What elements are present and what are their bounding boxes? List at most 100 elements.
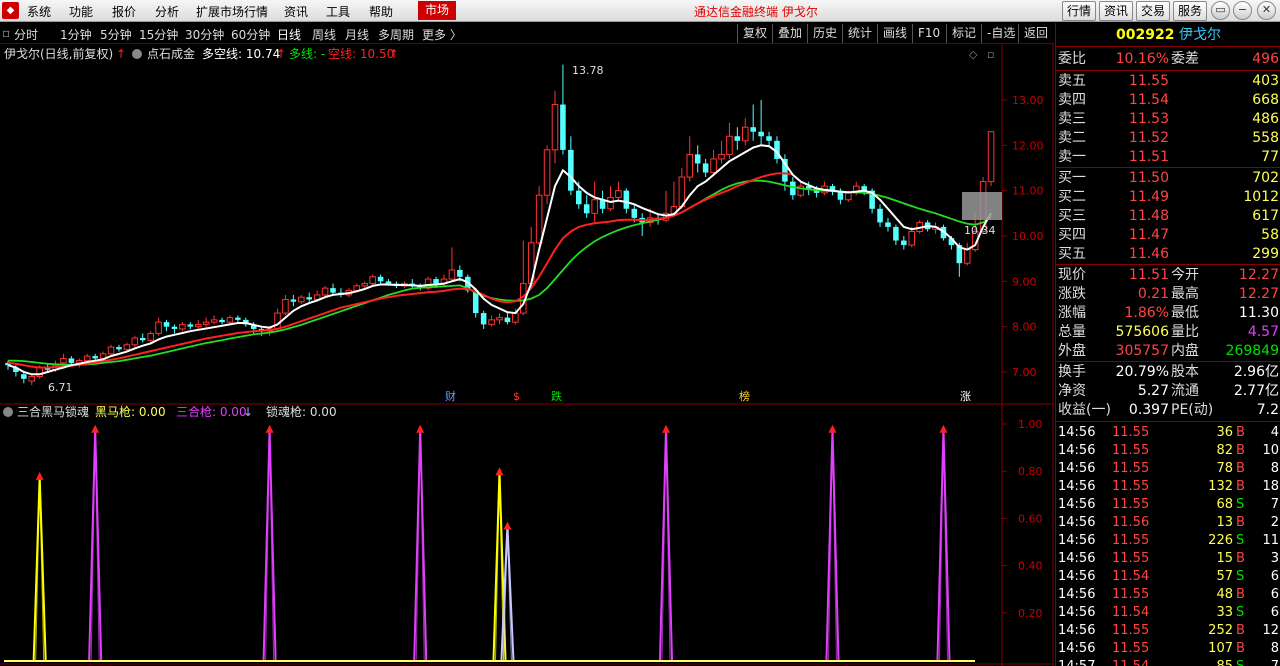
event-marker-rank[interactable]: 榜 — [739, 389, 750, 403]
menu-item-analysis[interactable]: 分析 — [155, 3, 179, 20]
event-marker-down[interactable]: 跌 — [551, 389, 562, 403]
signal-arrow-icon — [35, 471, 44, 480]
period-tab-more[interactable]: 更多 〉 — [422, 26, 462, 43]
bid-volume: 299 — [1252, 246, 1279, 262]
candle-body — [766, 136, 772, 141]
stat-label: PE(动) — [1171, 402, 1214, 418]
f10-button[interactable]: F10 — [912, 24, 945, 43]
candle-body — [908, 230, 916, 246]
candle-body — [290, 299, 297, 302]
tick-count: 7 — [1271, 658, 1279, 666]
period-tab-5min[interactable]: 5分钟 — [100, 26, 132, 43]
draw-button[interactable]: 画线 — [877, 24, 912, 43]
period-tab-1min[interactable]: 1分钟 — [60, 26, 92, 43]
duokong-label: 多空线: 10.74 — [202, 47, 280, 61]
event-marker-dollar[interactable]: $ — [513, 390, 520, 403]
stats-button[interactable]: 统计 — [842, 24, 877, 43]
tick-row: 14:56 11.55 78 B 8 — [1056, 460, 1280, 478]
stat-value: 5.27 — [1137, 383, 1169, 399]
period-tab-timeshare[interactable]: 分时 — [14, 26, 38, 43]
ask-volume: 77 — [1261, 149, 1279, 165]
bid-price: 11.50 — [1128, 170, 1169, 186]
menu-item-extended-market[interactable]: 扩展市场行情 — [196, 3, 268, 20]
stat-row: 总量 575606 量比 4.57 — [1056, 323, 1280, 342]
candle-body — [901, 240, 907, 246]
kong-arrow-icon: ↑ — [389, 47, 399, 61]
event-marker-finance[interactable]: 财 — [445, 389, 456, 403]
period-tab-monthly[interactable]: 月线 — [345, 26, 369, 43]
tick-volume: 13 — [1216, 515, 1233, 530]
candle-body — [116, 347, 122, 350]
restore-icon[interactable]: ▭ — [1211, 1, 1230, 20]
tick-row: 14:56 11.54 33 S 6 — [1056, 604, 1280, 622]
period-tab-60min[interactable]: 60分钟 — [231, 26, 270, 43]
close-icon[interactable]: ✕ — [1257, 1, 1276, 20]
menu-item-function[interactable]: 功能 — [69, 3, 93, 20]
period-tab-15min[interactable]: 15分钟 — [139, 26, 178, 43]
minimize-icon[interactable]: − — [1233, 1, 1252, 20]
tick-volume: 82 — [1216, 443, 1233, 458]
tick-time: 14:56 — [1058, 443, 1096, 458]
event-marker-up[interactable]: 涨 — [960, 390, 971, 403]
menu-item-news[interactable]: 资讯 — [284, 3, 308, 20]
ask-level-label: 卖一 — [1058, 149, 1086, 165]
adjust-button[interactable]: 复权 — [737, 24, 772, 43]
tick-side: B — [1236, 515, 1245, 530]
candle-body — [28, 376, 36, 382]
quotes-button[interactable]: 行情 — [1062, 1, 1096, 21]
candle-body — [187, 324, 194, 327]
ma-red-line — [7, 172, 793, 369]
candle-body — [535, 194, 543, 244]
sub-indicator-menu-icon[interactable] — [3, 407, 13, 417]
sanhe-label: 三合枪: 0.00 — [176, 404, 247, 419]
period-tab-weekly[interactable]: 周线 — [312, 26, 336, 43]
kline-chart[interactable]: 伊戈尔(日线,前复权) ↑ 点石成金 多空线: 10.74 ↑ 多线: - 空线… — [0, 44, 1054, 666]
mark-button[interactable]: 标记 — [946, 24, 981, 43]
menu-item-tools[interactable]: 工具 — [326, 3, 350, 20]
diamond-icon[interactable]: ◇ — [969, 48, 978, 61]
menu-item-system[interactable]: 系统 — [27, 3, 51, 20]
candle-body — [790, 181, 796, 196]
favorite-button[interactable]: -自选 — [981, 24, 1020, 43]
tick-time: 14:56 — [1058, 425, 1096, 440]
history-button[interactable]: 历史 — [807, 24, 842, 43]
stat-label: 内盘 — [1171, 343, 1199, 359]
candle-body — [750, 127, 756, 132]
panel-toggle-icon[interactable]: ▫ — [987, 48, 994, 61]
tick-time: 14:56 — [1058, 605, 1096, 620]
ask-row: 卖三 11.53 486 — [1056, 110, 1280, 129]
overlay-button[interactable]: 叠加 — [772, 24, 807, 43]
tick-price: 11.54 — [1112, 605, 1150, 620]
menu-item-quote[interactable]: 报价 — [112, 3, 136, 20]
candle-body — [92, 356, 98, 359]
indicator-menu-icon[interactable] — [132, 49, 142, 59]
stock-up-arrow-icon: ↑ — [116, 47, 126, 61]
ask-row: 卖一 11.51 77 — [1056, 148, 1280, 167]
sub-tick-label: 0.20 — [1018, 607, 1043, 620]
tick-side: S — [1236, 533, 1245, 548]
candle-body — [568, 149, 574, 191]
signal-arrow-icon — [265, 424, 274, 433]
news-button[interactable]: 资讯 — [1099, 1, 1133, 21]
stat-value: 2.96亿 — [1233, 364, 1279, 380]
candle-body — [457, 270, 463, 277]
back-button[interactable]: 返回 — [1018, 24, 1053, 43]
market-button[interactable]: 市场 — [418, 1, 456, 20]
stat-value: 11.30 — [1238, 305, 1279, 321]
period-tab-multi[interactable]: 多周期 — [378, 26, 414, 43]
candle-body — [219, 319, 225, 323]
stat-label: 流通 — [1171, 383, 1199, 399]
trade-button[interactable]: 交易 — [1136, 1, 1170, 21]
price-tick-label: 11.00 — [1012, 185, 1044, 198]
period-tab-daily[interactable]: 日线 — [277, 26, 301, 43]
app-logo-icon[interactable]: ◆ — [2, 2, 19, 19]
service-button[interactable]: 服务 — [1173, 1, 1207, 21]
stat-label: 现价 — [1058, 267, 1086, 283]
menu-item-help[interactable]: 帮助 — [369, 3, 393, 20]
ask-level-label: 卖三 — [1058, 111, 1086, 127]
period-tab-30min[interactable]: 30分钟 — [185, 26, 224, 43]
share-stat-row: 收益(一) 0.397 PE(动) 7.2 — [1056, 401, 1280, 420]
stat-value: 7.2 — [1256, 402, 1279, 418]
tick-volume: 78 — [1216, 461, 1233, 476]
toolbar-toggle-icon[interactable]: ▫ — [2, 26, 10, 40]
